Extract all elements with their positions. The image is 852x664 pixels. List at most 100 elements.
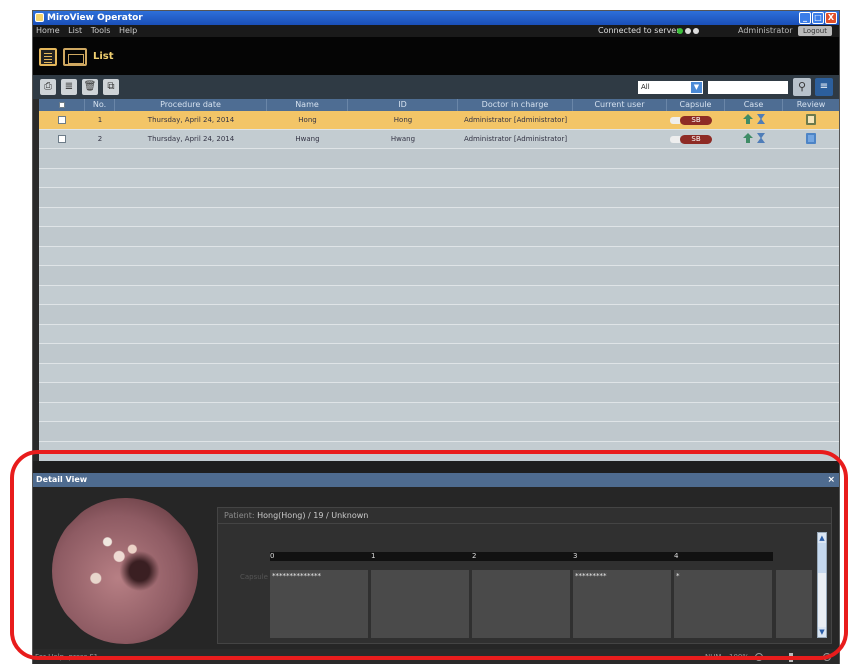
- zoom-slider[interactable]: [765, 657, 821, 658]
- zoom-in-icon[interactable]: +: [823, 653, 831, 661]
- hourglass-icon[interactable]: [757, 133, 765, 143]
- track-label: Capsule: [240, 573, 268, 581]
- table-row[interactable]: 2 Thursday, April 24, 2014 Hwang Hwang A…: [39, 130, 839, 149]
- close-icon[interactable]: ×: [827, 473, 835, 487]
- upload-icon[interactable]: [743, 114, 753, 124]
- chevron-down-icon[interactable]: ▼: [691, 82, 702, 93]
- col-name[interactable]: Name: [267, 99, 348, 111]
- capsule-badge: SB: [670, 134, 712, 144]
- thumbnail-view-icon[interactable]: [63, 48, 87, 66]
- select-all-checkbox[interactable]: [58, 101, 65, 108]
- window-controls: _ □ X: [799, 12, 837, 24]
- row-checkbox[interactable]: [58, 135, 66, 143]
- search-input[interactable]: [708, 81, 788, 94]
- list-view-icon[interactable]: [39, 48, 57, 66]
- cell-doctor: Administrator [Administrator]: [463, 116, 568, 124]
- empty-row: [39, 422, 839, 442]
- col-id[interactable]: ID: [348, 99, 458, 111]
- report-icon[interactable]: ≣: [61, 79, 77, 95]
- table-row[interactable]: 1 Thursday, April 24, 2014 Hong Hong Adm…: [39, 111, 839, 130]
- print-icon[interactable]: ⎙: [40, 79, 56, 95]
- status-dot-icon: [685, 28, 691, 34]
- patient-info: Patient: Hong(Hong) / 19 / Unknown: [218, 508, 831, 524]
- current-user-label: Administrator: [738, 26, 793, 35]
- status-dot-icon: [677, 28, 683, 34]
- review-icon[interactable]: [806, 113, 816, 125]
- empty-row: [39, 364, 839, 383]
- capsule-endoscopy-image[interactable]: [52, 498, 198, 644]
- col-current-user[interactable]: Current user: [573, 99, 667, 111]
- col-no[interactable]: No.: [85, 99, 115, 111]
- cell-id: Hwang: [390, 135, 416, 143]
- toolbar: ⎙ ≣ 🗑 ⧉ All ▼ ⚲ ≡: [33, 75, 839, 99]
- timeline-tick: 4: [674, 552, 679, 560]
- empty-row: [39, 149, 839, 169]
- scroll-down-icon[interactable]: ▼: [818, 627, 826, 637]
- detail-view-header: Detail View ×: [33, 473, 839, 487]
- maximize-button[interactable]: □: [812, 12, 824, 24]
- col-doctor[interactable]: Doctor in charge: [458, 99, 573, 111]
- window-title: MiroView Operator: [47, 13, 143, 23]
- procedure-table: No. Procedure date Name ID Doctor in cha…: [39, 99, 839, 461]
- row-checkbox[interactable]: [58, 116, 66, 124]
- vertical-scrollbar[interactable]: ▲ ▼: [817, 532, 827, 638]
- empty-row: [39, 305, 839, 325]
- track-marks: *********: [575, 572, 607, 580]
- hourglass-icon[interactable]: [757, 114, 765, 124]
- empty-row: [39, 188, 839, 208]
- patient-label: Patient:: [224, 511, 255, 520]
- col-review[interactable]: Review: [783, 99, 839, 111]
- search-icon[interactable]: ⚲: [793, 78, 811, 96]
- scroll-up-icon[interactable]: ▲: [818, 533, 826, 543]
- export-file-icon[interactable]: ⧉: [103, 79, 119, 95]
- empty-row: [39, 247, 839, 266]
- track-marks: **************: [272, 572, 321, 580]
- empty-row: [39, 344, 839, 364]
- timeline-tick: 0: [270, 552, 275, 560]
- cell-id: Hong: [393, 116, 413, 124]
- status-bar: For Help, press F1 NUM 100% - +: [33, 649, 839, 664]
- delete-icon[interactable]: 🗑: [82, 79, 98, 95]
- timeline-tick: 2: [472, 552, 477, 560]
- page-title: List: [93, 51, 114, 62]
- capsule-badge: SB: [670, 115, 712, 125]
- server-status: Connected to server: [598, 26, 680, 35]
- table-body: 1 Thursday, April 24, 2014 Hong Hong Adm…: [39, 111, 839, 461]
- empty-row: [39, 227, 839, 247]
- track-marks: *: [676, 572, 680, 580]
- upload-icon[interactable]: [743, 133, 753, 143]
- cell-procedure-date: Thursday, April 24, 2014: [147, 135, 235, 143]
- track-segment[interactable]: [371, 570, 469, 638]
- patient-panel: Patient: Hong(Hong) / 19 / Unknown 0 1 2…: [217, 507, 832, 644]
- select-all-header[interactable]: [39, 99, 85, 111]
- filter-select[interactable]: All ▼: [638, 81, 703, 94]
- menu-list[interactable]: List: [65, 25, 85, 37]
- logout-button[interactable]: Logout: [798, 26, 832, 36]
- track-segment[interactable]: **************: [270, 570, 368, 638]
- zoom-slider-thumb[interactable]: [789, 653, 793, 662]
- minimize-button[interactable]: _: [799, 12, 811, 24]
- track-segment[interactable]: *********: [573, 570, 671, 638]
- timeline-ruler[interactable]: 0 1 2 3 4: [270, 552, 773, 561]
- cell-name: Hong: [298, 116, 317, 124]
- app-icon: [35, 13, 44, 22]
- col-capsule[interactable]: Capsule: [667, 99, 725, 111]
- col-procedure-date[interactable]: Procedure date: [115, 99, 267, 111]
- empty-row: [39, 266, 839, 286]
- detail-view-title: Detail View: [36, 475, 88, 484]
- review-icon[interactable]: [806, 132, 816, 144]
- track-segment[interactable]: [472, 570, 570, 638]
- menu-help[interactable]: Help: [116, 25, 140, 37]
- scroll-thumb[interactable]: [818, 543, 826, 573]
- empty-row: [39, 286, 839, 305]
- filter-list-icon[interactable]: ≡: [815, 78, 833, 96]
- close-button[interactable]: X: [825, 12, 837, 24]
- filter-value: All: [641, 83, 650, 91]
- col-case[interactable]: Case: [725, 99, 783, 111]
- menu-tools[interactable]: Tools: [88, 25, 114, 37]
- zoom-out-icon[interactable]: -: [755, 653, 763, 661]
- track-segment[interactable]: [776, 570, 812, 638]
- menu-home[interactable]: Home: [33, 25, 63, 37]
- track-segment[interactable]: *: [674, 570, 772, 638]
- cell-name: Hwang: [295, 135, 320, 143]
